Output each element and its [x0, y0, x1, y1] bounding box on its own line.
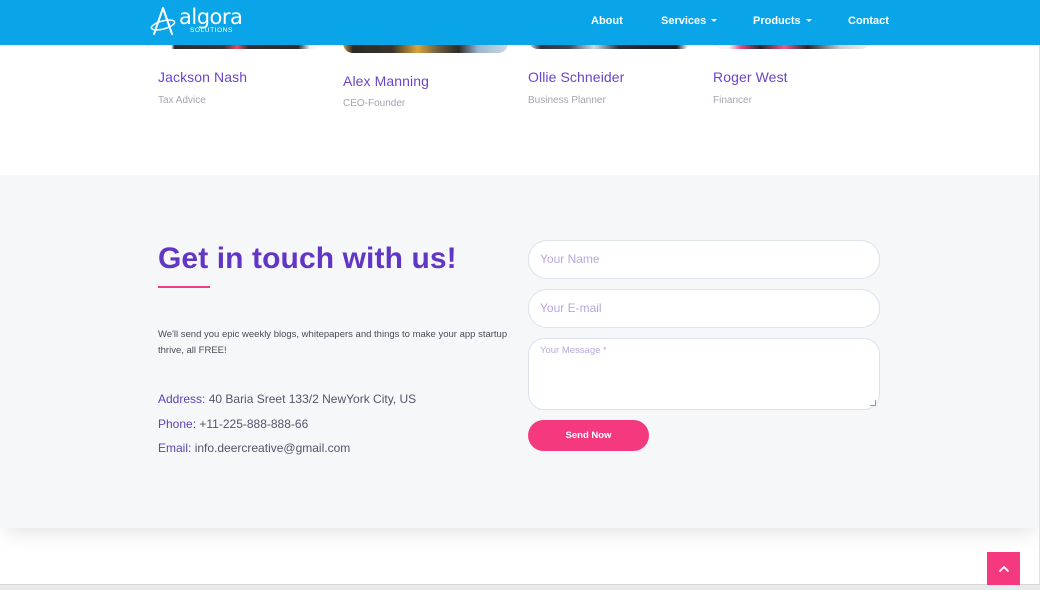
footer-divider — [0, 584, 1040, 590]
phone-label: Phone: — [158, 417, 197, 431]
message-placeholder: Your Message * — [540, 345, 607, 356]
logo-subtext: SOLUTIONS — [190, 27, 233, 34]
chevron-down-icon — [711, 18, 718, 22]
logo-text: algora — [179, 5, 243, 29]
logo[interactable]: algora SOLUTIONS — [149, 5, 243, 39]
nav-about-label: About — [591, 15, 623, 27]
resize-handle-icon[interactable] — [870, 400, 876, 406]
team-member-role: Business Planner — [528, 95, 606, 106]
contact-phone: Phone: +11-225-888-888-66 — [158, 417, 308, 431]
nav-products[interactable]: Products — [753, 15, 812, 28]
send-now-button[interactable]: Send Now — [528, 420, 649, 451]
team-member-name[interactable]: Jackson Nash — [158, 69, 247, 85]
email-input[interactable]: Your E-mail — [528, 289, 880, 328]
contact-section — [0, 175, 1040, 528]
team-member-name[interactable]: Ollie Schneider — [528, 69, 624, 85]
nav-services[interactable]: Services — [661, 15, 718, 28]
contact-heading: Get in touch with us! — [158, 242, 457, 275]
message-textarea[interactable]: Your Message * — [528, 338, 880, 410]
team-member-name[interactable]: Alex Manning — [343, 73, 429, 89]
logo-mark-icon — [150, 7, 176, 35]
top-navbar: algora SOLUTIONS About Services Products… — [0, 0, 1040, 45]
contact-intro: We'll send you epic weekly blogs, whitep… — [158, 329, 508, 356]
send-now-label: Send Now — [565, 430, 612, 441]
email-label: Email: — [158, 441, 192, 455]
scroll-to-top-button[interactable] — [987, 552, 1020, 585]
nav-about[interactable]: About — [591, 15, 623, 28]
contact-email: Email: info.deercreative@gmail.com — [158, 441, 350, 455]
address-label: Address: — [158, 392, 206, 406]
nav-contact-label: Contact — [848, 15, 889, 27]
chevron-down-icon — [805, 18, 812, 22]
team-member-role: CEO-Founder — [343, 98, 406, 109]
address-value: 40 Baria Sreet 133/2 NewYork City, US — [208, 392, 417, 406]
chevron-up-icon — [998, 566, 1009, 572]
contact-address: Address: 40 Baria Sreet 133/2 NewYork Ci… — [158, 392, 416, 406]
team-member-role: Tax Advice — [158, 95, 206, 106]
team-member-role: Financer — [713, 95, 752, 106]
email-value: info.deercreative@gmail.com — [194, 441, 351, 455]
email-placeholder: Your E-mail — [540, 301, 602, 315]
team-member-name[interactable]: Roger West — [713, 69, 788, 85]
phone-value: +11-225-888-888-66 — [199, 417, 309, 431]
name-placeholder: Your Name — [540, 252, 600, 266]
heading-underline — [158, 286, 210, 288]
nav-contact[interactable]: Contact — [848, 15, 889, 28]
name-input[interactable]: Your Name — [528, 240, 880, 279]
nav-products-label: Products — [753, 15, 801, 27]
nav-services-label: Services — [661, 15, 707, 27]
